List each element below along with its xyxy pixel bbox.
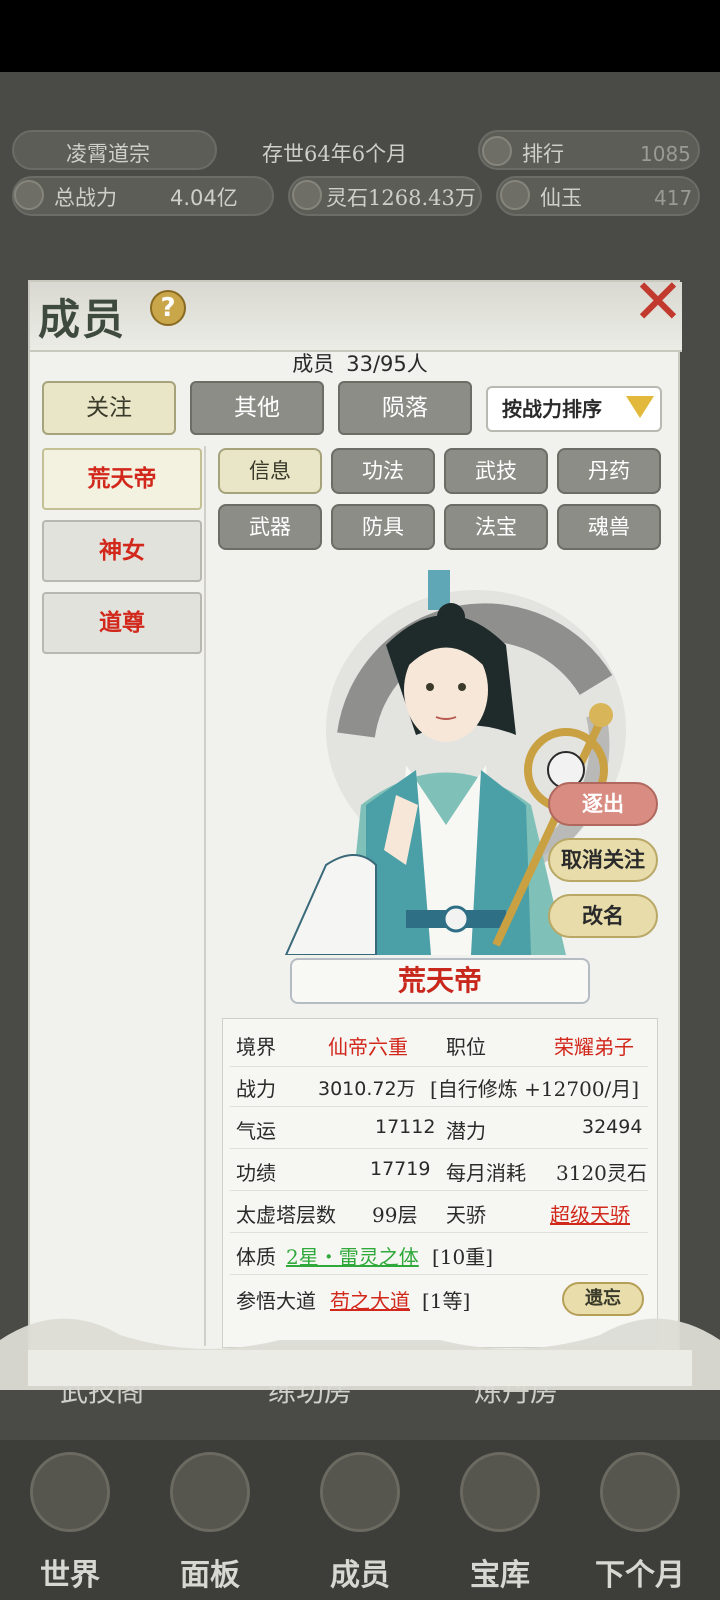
nav-label: 宝库	[470, 1558, 530, 1593]
nav-label: 世界	[40, 1558, 100, 1593]
jade-value: 417	[654, 186, 693, 210]
modal-title: 成员	[38, 295, 127, 344]
column-divider	[204, 446, 206, 1346]
talent-value[interactable]: 超级天骄	[550, 1199, 630, 1228]
tab-soul-beast[interactable]: 魂兽	[557, 504, 661, 550]
position-value: 荣耀弟子	[554, 1035, 634, 1059]
member-count-value: 33/95人	[346, 352, 428, 376]
row-divider	[230, 1190, 648, 1191]
merit-value: 17719	[370, 1158, 431, 1180]
help-icon[interactable]: ?	[150, 290, 186, 326]
jade-icon	[500, 180, 530, 210]
row-divider	[230, 1274, 648, 1275]
nav-panel[interactable]: 面板	[140, 1440, 280, 1600]
tab-martial-skills[interactable]: 武技	[444, 448, 548, 494]
spirit-stone-value: 灵石1268.43万	[326, 186, 476, 210]
training-value: [自行修炼 +12700/月]	[430, 1077, 640, 1101]
next-month-icon	[600, 1452, 680, 1532]
tab-fallen[interactable]: 陨落	[338, 381, 472, 435]
tab-weapon[interactable]: 武器	[218, 504, 322, 550]
members-icon	[320, 1452, 400, 1532]
character-name: 荒天帝	[290, 958, 590, 1004]
power-icon	[14, 180, 44, 210]
nav-next-month[interactable]: 下个月	[570, 1440, 710, 1600]
power-value: 4.04亿	[170, 186, 238, 210]
realm-label: 境界	[236, 1035, 276, 1059]
caret-down-icon	[626, 396, 654, 418]
sect-age: 存世64年6个月	[262, 142, 408, 166]
spirit-stone-icon	[292, 180, 322, 210]
tab-artifact[interactable]: 法宝	[444, 504, 548, 550]
bottom-nav: 世界 面板 成员 宝库 下个月	[0, 1440, 720, 1600]
treasury-icon	[460, 1452, 540, 1532]
nav-world[interactable]: 世界	[0, 1440, 140, 1600]
rank-value: 1085	[640, 142, 691, 166]
nav-label: 面板	[180, 1558, 240, 1593]
modal-header-band	[30, 282, 682, 352]
rank-label: 排行	[522, 142, 564, 166]
row-divider	[230, 1232, 648, 1233]
tab-armor[interactable]: 防具	[331, 504, 435, 550]
nav-members[interactable]: 成员	[290, 1440, 430, 1600]
nav-label: 下个月	[595, 1558, 685, 1593]
tab-info[interactable]: 信息	[218, 448, 322, 494]
tower-value: 99层	[372, 1203, 418, 1227]
potential-label: 潜力	[446, 1119, 486, 1143]
sect-name: 凌霄道宗	[66, 142, 150, 166]
tower-label: 太虚塔层数	[236, 1203, 336, 1227]
talent-label: 天骄	[446, 1203, 486, 1227]
tab-pills[interactable]: 丹药	[557, 448, 661, 494]
world-icon	[30, 1452, 110, 1532]
cloud-decoration	[0, 1318, 720, 1390]
rank-icon	[482, 136, 512, 166]
realm-value: 仙帝六重	[328, 1035, 408, 1059]
tab-followed[interactable]: 关注	[42, 381, 176, 435]
member-count: 成员 33/95人	[0, 348, 720, 378]
status-bar	[0, 0, 720, 72]
nav-label: 成员	[330, 1558, 390, 1593]
nav-treasury[interactable]: 宝库	[430, 1440, 570, 1600]
physique-level: [10重]	[432, 1245, 494, 1269]
tab-others[interactable]: 其他	[190, 381, 324, 435]
unfollow-button[interactable]: 取消关注	[548, 838, 658, 882]
jade-label: 仙玉	[540, 186, 582, 210]
member-count-label: 成员	[292, 352, 335, 376]
power-value: 3010.72万	[318, 1078, 416, 1100]
position-label: 职位	[446, 1035, 486, 1059]
tab-techniques[interactable]: 功法	[331, 448, 435, 494]
sort-label: 按战力排序	[502, 397, 602, 421]
monthly-cost-label: 每月消耗	[446, 1161, 526, 1185]
row-divider	[230, 1066, 648, 1067]
rename-button[interactable]: 改名	[548, 894, 658, 938]
expel-button[interactable]: 逐出	[548, 782, 658, 826]
luck-label: 气运	[236, 1119, 276, 1143]
row-divider	[230, 1106, 648, 1107]
panel-icon	[170, 1452, 250, 1532]
physique-value[interactable]: 2星・雷灵之体	[286, 1241, 419, 1270]
close-icon[interactable]: ✕	[628, 271, 688, 333]
physique-label: 体质	[236, 1245, 276, 1269]
power-label: 战力	[236, 1077, 276, 1101]
row-divider	[230, 1148, 648, 1149]
sort-dropdown[interactable]: 按战力排序	[486, 386, 662, 432]
member-item[interactable]: 道尊	[42, 592, 202, 654]
potential-value: 32494	[582, 1116, 643, 1138]
monthly-cost-value: 3120灵石	[556, 1161, 647, 1185]
power-label: 总战力	[54, 186, 117, 210]
member-item[interactable]: 神女	[42, 520, 202, 582]
luck-value: 17112	[375, 1116, 436, 1138]
member-item[interactable]: 荒天帝	[42, 448, 202, 510]
merit-label: 功绩	[236, 1161, 276, 1185]
